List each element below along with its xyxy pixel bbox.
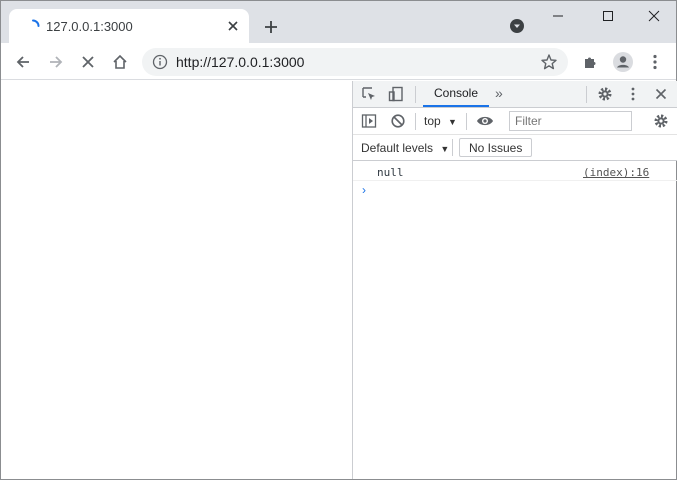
console-toolbar-levels: Default levels ▼ No Issues bbox=[353, 135, 677, 161]
profile-button[interactable] bbox=[611, 50, 635, 74]
inspect-element-icon[interactable] bbox=[360, 85, 378, 103]
browser-window: 127.0.0.1:3000 http://127.0.0.1:3000 Con… bbox=[0, 0, 677, 480]
browser-toolbar: http://127.0.0.1:3000 bbox=[1, 43, 676, 80]
divider bbox=[466, 113, 467, 130]
stop-icon bbox=[82, 56, 94, 68]
tab-console[interactable]: Console bbox=[423, 81, 489, 107]
context-select[interactable]: top ▼ bbox=[424, 114, 457, 128]
filter-input[interactable] bbox=[509, 111, 632, 131]
tab-search-icon[interactable] bbox=[509, 18, 525, 34]
address-bar[interactable]: http://127.0.0.1:3000 bbox=[142, 48, 568, 76]
log-levels-dropdown[interactable]: Default levels ▼ bbox=[361, 141, 449, 155]
context-value: top bbox=[424, 114, 441, 128]
kebab-menu-icon bbox=[653, 54, 657, 70]
tab-title: 127.0.0.1:3000 bbox=[46, 19, 133, 34]
loading-spinner-icon bbox=[32, 19, 40, 27]
console-toolbar: top ▼ bbox=[353, 108, 677, 135]
tab-close-icon[interactable] bbox=[223, 16, 243, 36]
console-message: null (index):16 bbox=[353, 163, 677, 181]
devtools-panel: Console » top ▼ Filter Default levels ▼ … bbox=[352, 81, 677, 479]
forward-button[interactable] bbox=[44, 50, 68, 74]
log-levels-label: Default levels bbox=[361, 141, 434, 155]
customize-menu-icon[interactable] bbox=[624, 85, 642, 103]
chevron-down-icon: ▼ bbox=[448, 117, 457, 127]
avatar-icon bbox=[613, 52, 633, 72]
close-devtools-icon[interactable] bbox=[652, 85, 670, 103]
tab-active[interactable]: 127.0.0.1:3000 bbox=[9, 9, 249, 43]
live-expression-eye-icon[interactable] bbox=[475, 112, 495, 130]
stop-button[interactable] bbox=[76, 50, 100, 74]
console-source-link[interactable]: (index):16 bbox=[583, 166, 649, 179]
info-icon[interactable] bbox=[152, 54, 168, 70]
device-toolbar-icon[interactable] bbox=[387, 85, 405, 103]
puzzle-icon bbox=[585, 57, 596, 68]
extensions-button[interactable] bbox=[579, 50, 603, 74]
divider bbox=[586, 86, 587, 103]
settings-gear-icon[interactable] bbox=[596, 85, 614, 103]
devtools-tabbar: Console » bbox=[353, 81, 677, 108]
more-tabs-button[interactable]: » bbox=[495, 85, 503, 101]
divider bbox=[415, 86, 416, 103]
home-icon bbox=[113, 54, 127, 69]
star-icon[interactable] bbox=[540, 53, 558, 71]
browser-menu-button[interactable] bbox=[643, 50, 667, 74]
console-settings-gear-icon[interactable] bbox=[652, 112, 670, 130]
forward-arrow-icon bbox=[50, 56, 63, 68]
tab-strip: 127.0.0.1:3000 bbox=[1, 1, 676, 43]
chevron-down-icon: ▼ bbox=[440, 144, 450, 154]
show-sidebar-icon[interactable] bbox=[360, 112, 378, 130]
back-button[interactable] bbox=[11, 50, 35, 74]
minimize-button[interactable] bbox=[546, 5, 570, 27]
window-close-button[interactable] bbox=[642, 5, 666, 27]
new-tab-button[interactable] bbox=[260, 16, 282, 38]
home-button[interactable] bbox=[108, 50, 132, 74]
url-text[interactable]: http://127.0.0.1:3000 bbox=[176, 54, 304, 70]
maximize-button[interactable] bbox=[596, 5, 620, 27]
console-message-text: null bbox=[377, 166, 404, 179]
issues-button[interactable]: No Issues bbox=[459, 138, 533, 157]
divider bbox=[415, 113, 416, 130]
page-viewport[interactable] bbox=[1, 81, 352, 479]
divider bbox=[452, 139, 453, 156]
console-prompt[interactable]: › bbox=[362, 183, 366, 197]
back-arrow-icon bbox=[16, 56, 29, 68]
clear-console-icon[interactable] bbox=[389, 112, 407, 130]
